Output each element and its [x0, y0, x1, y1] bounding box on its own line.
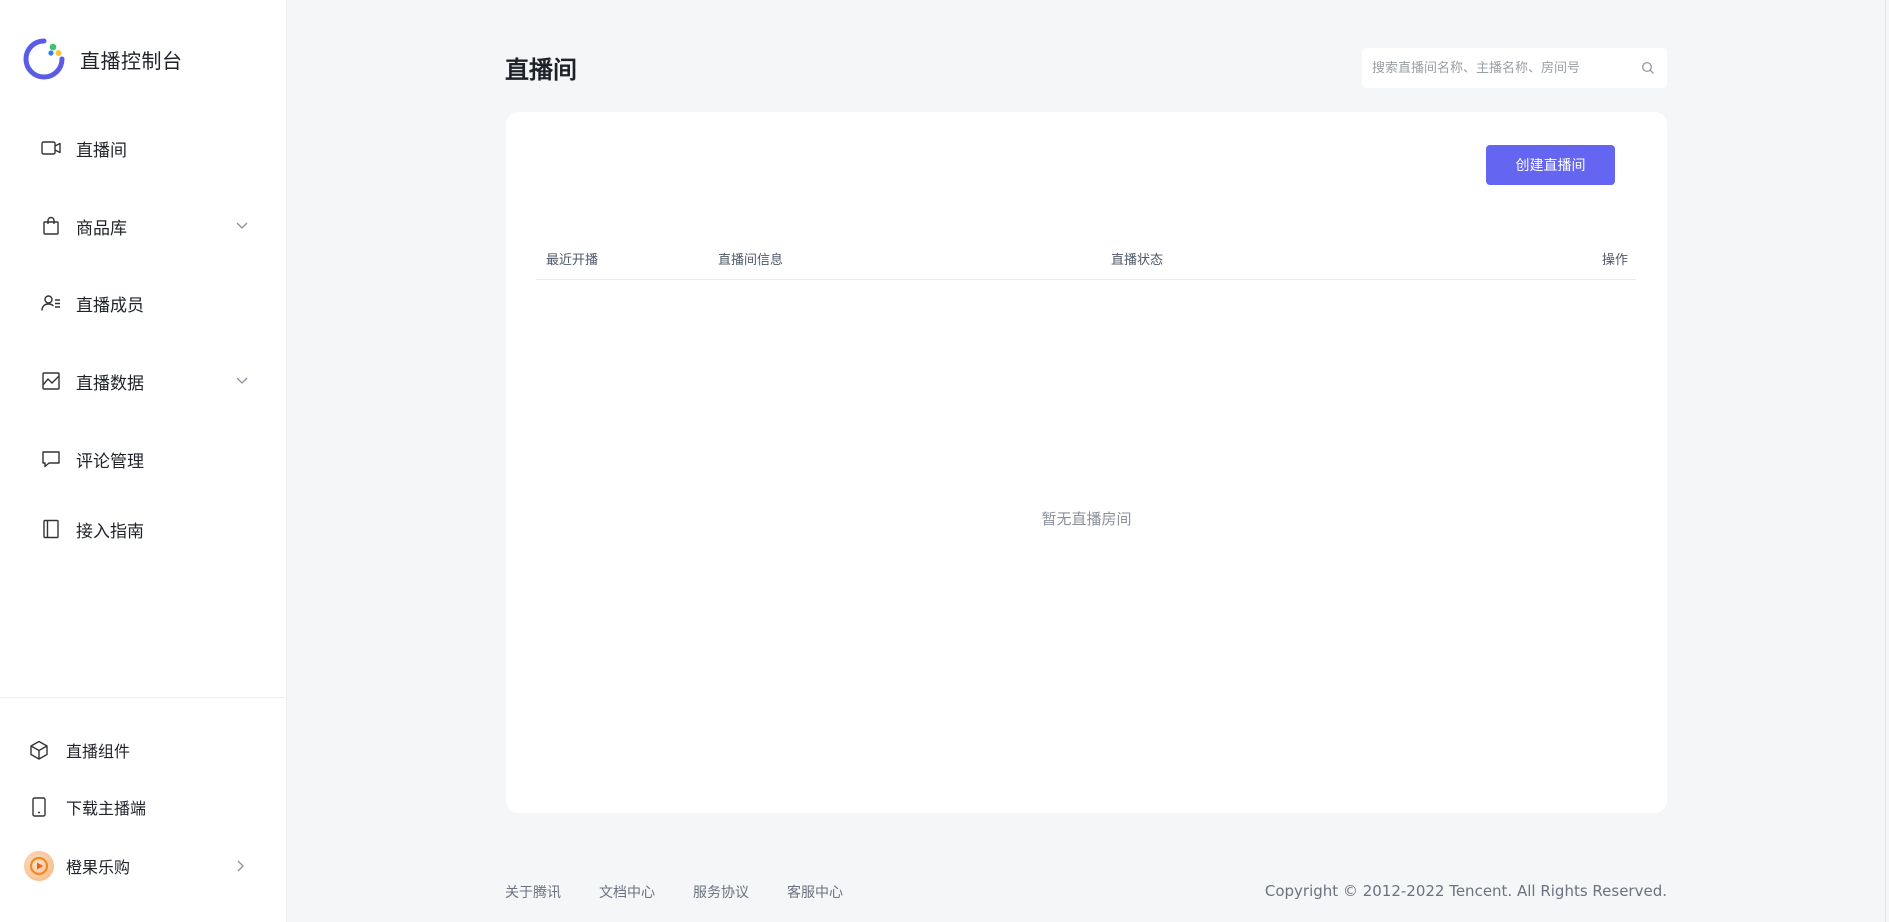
footer-link-service-agreement[interactable]: 服务协议	[693, 882, 749, 902]
sidebar: 直播控制台 直播间 商品库 直播成员 直播数据 评论管理 接入指南 直播组件 下…	[0, 0, 287, 922]
sidebar-item-comment-management[interactable]: 评论管理	[40, 444, 250, 474]
scrollbar-track[interactable]	[1885, 0, 1886, 922]
copyright-text: Copyright © 2012-2022 Tencent. All Right…	[1264, 882, 1667, 900]
footer-link-customer-service[interactable]: 客服中心	[787, 882, 843, 902]
shopping-bag-icon	[40, 215, 62, 237]
sidebar-item-label: 直播成员	[76, 295, 144, 316]
sidebar-item-live-members[interactable]: 直播成员	[40, 288, 250, 318]
chevron-down-icon[interactable]	[234, 217, 250, 233]
live-room-card: 创建直播间 最近开播 直播间信息 直播状态 操作 暂无直播房间	[506, 112, 1667, 813]
sidebar-item-label: 评论管理	[76, 451, 144, 472]
sidebar-item-label: 商品库	[76, 218, 127, 239]
column-header-recent-live: 最近开播	[546, 253, 599, 268]
sidebar-divider	[0, 697, 287, 698]
book-icon	[40, 518, 62, 540]
video-camera-icon	[40, 137, 62, 159]
account-switcher[interactable]: 橙果乐购	[24, 851, 248, 881]
logo-icon	[23, 38, 65, 80]
footer-link-about-tencent[interactable]: 关于腾讯	[505, 882, 561, 902]
column-header-room-info: 直播间信息	[718, 253, 784, 268]
column-header-actions: 操作	[1601, 253, 1628, 268]
search-box[interactable]	[1362, 48, 1667, 88]
footer-links: 关于腾讯 文档中心 服务协议 客服中心	[505, 882, 843, 902]
sidebar-item-label: 直播间	[76, 140, 127, 161]
create-live-room-button[interactable]: 创建直播间	[1486, 145, 1615, 185]
chevron-right-icon[interactable]	[232, 858, 248, 874]
account-name: 橙果乐购	[66, 858, 131, 877]
cube-icon	[28, 739, 50, 761]
chevron-down-icon[interactable]	[234, 372, 250, 388]
search-input[interactable]	[1372, 60, 1641, 76]
avatar-icon	[29, 856, 49, 876]
sidebar-item-product-library[interactable]: 商品库	[40, 211, 250, 241]
sidebar-item-label: 下载主播端	[66, 799, 147, 818]
sidebar-item-live-room[interactable]: 直播间	[40, 133, 250, 163]
chart-icon	[40, 370, 62, 392]
app-title: 直播控制台	[80, 48, 183, 73]
phone-icon	[28, 796, 50, 818]
footer-link-docs[interactable]: 文档中心	[599, 882, 655, 902]
sidebar-item-label: 直播数据	[76, 373, 144, 394]
search-icon[interactable]	[1641, 61, 1655, 75]
page-title: 直播间	[505, 56, 577, 84]
sidebar-item-access-guide[interactable]: 接入指南	[40, 514, 250, 544]
sidebar-item-label: 接入指南	[76, 521, 144, 542]
sidebar-item-live-data[interactable]: 直播数据	[40, 366, 250, 396]
sidebar-item-download-host-app[interactable]: 下载主播端	[28, 792, 248, 822]
comment-icon	[40, 448, 62, 470]
sidebar-item-live-component[interactable]: 直播组件	[28, 735, 248, 765]
empty-state-text: 暂无直播房间	[1041, 510, 1132, 528]
user-list-icon	[40, 292, 62, 314]
column-header-live-status: 直播状态	[1111, 253, 1164, 268]
table-header: 最近开播 直播间信息 直播状态 操作	[536, 236, 1636, 280]
app-logo[interactable]: 直播控制台	[23, 38, 183, 80]
avatar	[24, 851, 54, 881]
sidebar-item-label: 直播组件	[66, 742, 131, 761]
